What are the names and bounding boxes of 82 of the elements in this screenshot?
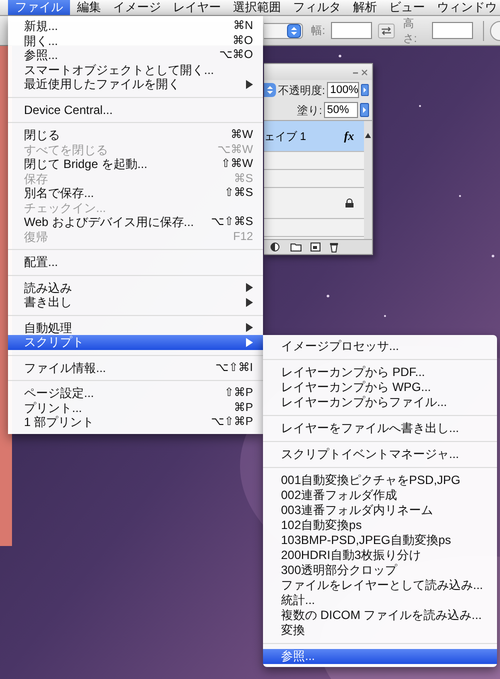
keyboard-shortcut: ⌘P <box>234 400 253 415</box>
stepper-icon <box>287 24 302 38</box>
keyboard-shortcut: ⌥⌘W <box>217 142 253 157</box>
layer-name: ェイブ 1 <box>264 130 306 144</box>
menu-item[interactable]: 300透明部分クロップ <box>263 563 497 578</box>
width-field[interactable] <box>331 22 372 39</box>
keyboard-shortcut: ⌥⇧⌘P <box>210 415 253 430</box>
menu-bar-item[interactable]: イメージ <box>108 0 166 15</box>
keyboard-shortcut: ⌘O <box>232 34 253 48</box>
minimize-close-icon[interactable] <box>352 68 368 76</box>
height-label: 高さ: <box>402 16 418 46</box>
menu-bar-item[interactable]: ウィンドウ <box>432 0 500 15</box>
menu-bar-item[interactable]: 選択範囲 <box>228 0 286 15</box>
menu-item[interactable]: 200HDRI自動3枚振り分け <box>263 548 497 563</box>
menu-item[interactable]: 読み込み <box>8 280 263 295</box>
menu-item[interactable]: プリント... ⌘P <box>8 400 263 415</box>
menu-bar-item[interactable]: フィルタ <box>288 0 346 15</box>
menu-item[interactable]: 自動処理 <box>8 320 263 335</box>
menu-item[interactable]: レイヤーをファイルへ書き出し... <box>263 421 497 436</box>
menu-item[interactable]: スマートオブジェクトとして開く... <box>8 62 263 77</box>
menu-item[interactable]: 103BMP-PSD,JPEG自動変換ps <box>263 533 497 548</box>
menu-bar-item[interactable]: ファイル <box>8 0 70 15</box>
keyboard-shortcut: ⇧⌘S <box>224 186 253 200</box>
menu-item[interactable]: スクリプト <box>8 335 263 350</box>
menu-bar-item[interactable]: レイヤー <box>168 0 226 15</box>
adjustment-layer-icon[interactable] <box>270 242 282 252</box>
layer-row[interactable]: ェイブ 1 fx <box>264 121 364 152</box>
keyboard-shortcut: ⇧⌘W <box>221 157 253 172</box>
menu-item[interactable]: イメージプロセッサ... <box>263 339 497 354</box>
dropdown[interactable] <box>264 22 304 38</box>
keyboard-shortcut: ⌥⌘O <box>219 48 253 62</box>
menu-item[interactable]: 統計... <box>263 593 497 608</box>
keyboard-shortcut: ⌥⇧⌘S <box>210 215 253 230</box>
menu-item[interactable]: 002連番フォルダ作成 <box>263 488 497 503</box>
menu-item[interactable]: 003連番フォルダ内リネーム <box>263 503 497 518</box>
menu-item[interactable]: 閉じる ⌘W <box>8 128 263 142</box>
menu-item[interactable]: 開く... ⌘O <box>8 34 263 48</box>
opacity-label: 不透明度: <box>278 84 326 98</box>
menu-item[interactable]: 参照... <box>263 649 497 664</box>
blend-mode-dropdown[interactable] <box>264 83 276 97</box>
menu-item[interactable]: 1 部プリント ⌥⇧⌘P <box>8 415 263 430</box>
folder-icon[interactable] <box>290 242 302 252</box>
opacity-field[interactable]: 100% <box>327 82 360 98</box>
menu-item[interactable]: 別名で保存... ⇧⌘S <box>8 186 263 200</box>
keyboard-shortcut: ⌥⇧⌘I <box>215 360 253 375</box>
menu-item[interactable]: 配置... <box>8 255 263 270</box>
swap-icon[interactable] <box>378 22 395 38</box>
menu-bar-item[interactable]: 解析 <box>348 0 382 15</box>
menu-item[interactable]: 変換 <box>263 623 497 638</box>
menu-item[interactable]: 001自動変換ピクチャをPSD,JPG <box>263 473 497 488</box>
menu-item[interactable]: ファイルをレイヤーとして読み込み... <box>263 578 497 593</box>
fill-field[interactable]: 50% <box>324 102 358 118</box>
menu-item[interactable]: 新規... ⌘N <box>8 19 263 34</box>
effects-icon: fx <box>344 128 354 144</box>
menu-item[interactable]: 閉じて Bridge を起動... ⇧⌘W <box>8 157 263 172</box>
keyboard-shortcut: F12 <box>233 230 253 244</box>
menu-item[interactable]: ページ設定... ⇧⌘P <box>8 386 263 400</box>
menu-item[interactable]: Device Central... <box>8 102 263 117</box>
scroll-bar[interactable] <box>364 121 372 239</box>
menu-item[interactable]: 102自動変換ps <box>263 518 497 533</box>
height-field[interactable] <box>432 22 474 39</box>
scroll-up-icon[interactable] <box>365 133 371 138</box>
menu-item[interactable]: レイヤーカンプからファイル... <box>263 395 497 410</box>
menu-item[interactable]: レイヤーカンプから WPG... <box>263 380 497 395</box>
fill-label: 塗り: <box>296 104 322 118</box>
menu-item[interactable]: 最近使用したファイルを開く <box>8 77 263 92</box>
menu-item[interactable]: 書き出し <box>8 295 263 310</box>
keyboard-shortcut: ⇧⌘P <box>224 386 253 400</box>
menu-bar-item[interactable]: 編集 <box>72 0 106 15</box>
width-label: 幅: <box>311 24 326 38</box>
menu-item[interactable]: 複数の DICOM ファイルを読み込み... <box>263 608 497 623</box>
keyboard-shortcut: ⌘S <box>234 172 253 186</box>
menu-item[interactable]: レイヤーカンプから PDF... <box>263 365 497 380</box>
menu-item[interactable]: Web およびデバイス用に保存... ⌥⇧⌘S <box>8 215 263 230</box>
menu-item[interactable]: 参照... ⌥⌘O <box>8 48 263 62</box>
menu-bar-item[interactable]: ビュー <box>384 0 430 15</box>
trash-icon[interactable] <box>329 242 339 252</box>
keyboard-shortcut: ⌘N <box>233 19 253 34</box>
keyboard-shortcut: ⌘W <box>230 128 253 142</box>
menu-item[interactable]: スクリプトイベントマネージャ... <box>263 447 497 462</box>
new-layer-icon[interactable] <box>310 242 321 252</box>
menu-item[interactable]: ファイル情報... ⌥⇧⌘I <box>8 360 263 375</box>
